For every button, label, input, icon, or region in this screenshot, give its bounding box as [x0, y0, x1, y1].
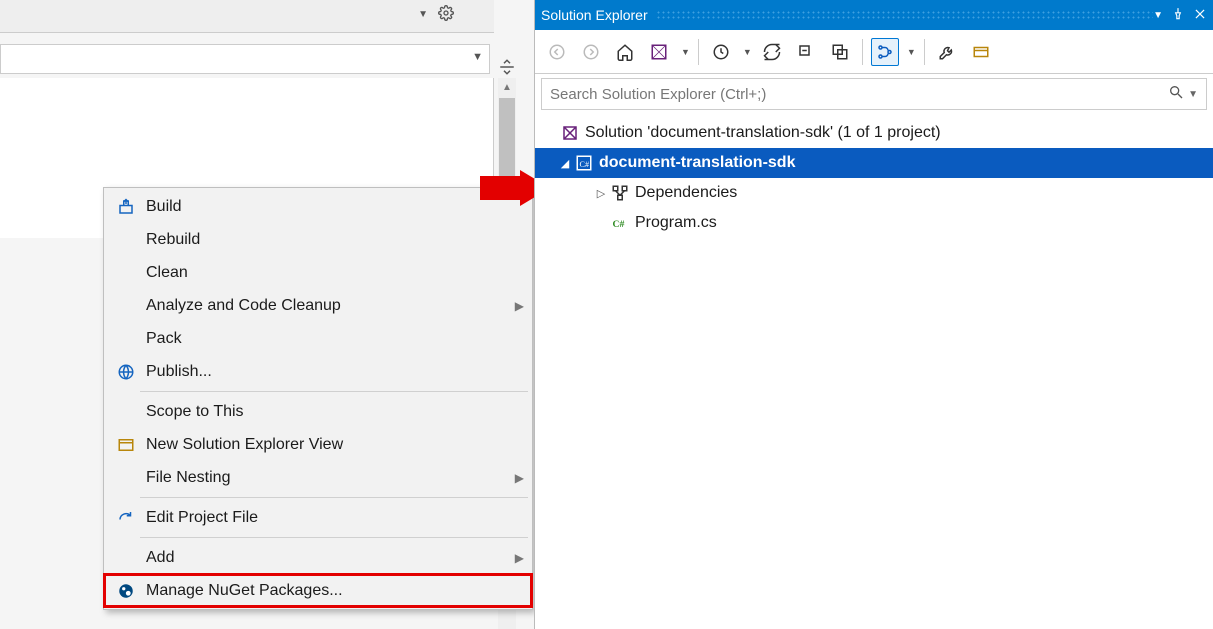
- newview-icon: [112, 434, 140, 456]
- nuget-icon: [112, 580, 140, 602]
- svg-text:C#: C#: [580, 160, 590, 169]
- build-icon: [112, 196, 140, 218]
- menu-separator: [140, 497, 528, 498]
- menu-item-file-nesting[interactable]: File Nesting▶: [104, 461, 532, 494]
- blank-icon: [112, 262, 140, 284]
- split-icon[interactable]: [498, 58, 516, 80]
- menu-item-build[interactable]: Build: [104, 190, 532, 223]
- toolbar-separator: [698, 39, 699, 65]
- tree-solution-node[interactable]: Solution 'document-translation-sdk' (1 o…: [535, 118, 1213, 148]
- menu-item-label: Rebuild: [140, 231, 508, 249]
- menu-item-rebuild[interactable]: Rebuild: [104, 223, 532, 256]
- blank-icon: [112, 295, 140, 317]
- menu-item-edit-project-file[interactable]: Edit Project File: [104, 501, 532, 534]
- sync-button[interactable]: [758, 38, 786, 66]
- scrollbar-up-icon[interactable]: ▲: [498, 78, 516, 96]
- chevron-down-icon[interactable]: ▼: [741, 47, 752, 57]
- solution-explorer-title: Solution Explorer: [541, 7, 648, 23]
- menu-item-label: Publish...: [140, 363, 508, 381]
- editor-scope-dropdown[interactable]: ▼: [0, 44, 490, 74]
- nav-back-button[interactable]: [543, 38, 571, 66]
- submenu-arrow-icon: ▶: [508, 471, 524, 485]
- solution-icon: [559, 124, 581, 142]
- expander-closed-icon[interactable]: ▷: [593, 187, 609, 200]
- pending-changes-button[interactable]: [707, 38, 735, 66]
- menu-separator: [140, 391, 528, 392]
- editor-options-caret[interactable]: ▼: [418, 5, 428, 25]
- menu-item-publish[interactable]: Publish...: [104, 355, 532, 388]
- search-icon[interactable]: [1168, 84, 1184, 104]
- tree-project-node[interactable]: ◢ C# document-translation-sdk: [535, 148, 1213, 178]
- solution-tree: Solution 'document-translation-sdk' (1 o…: [535, 114, 1213, 242]
- titlebar-grip[interactable]: [656, 10, 1153, 20]
- menu-item-label: Add: [140, 549, 508, 567]
- menu-item-label: Build: [140, 198, 508, 216]
- close-icon[interactable]: [1193, 7, 1207, 24]
- toolbar-separator: [862, 39, 863, 65]
- menu-item-manage-nuget-packages[interactable]: Manage NuGet Packages...: [104, 574, 532, 607]
- menu-item-label: Pack: [140, 330, 508, 348]
- chevron-down-icon: ▼: [472, 51, 483, 63]
- menu-item-scope-to-this[interactable]: Scope to This: [104, 395, 532, 428]
- menu-item-label: File Nesting: [140, 469, 508, 487]
- chevron-down-icon[interactable]: ▼: [1184, 89, 1198, 100]
- blank-icon: [112, 229, 140, 251]
- menu-item-label: Scope to This: [140, 403, 508, 421]
- menu-item-label: Clean: [140, 264, 508, 282]
- editor-top-strip: ▼: [0, 0, 494, 33]
- chevron-down-icon[interactable]: ▼: [679, 47, 690, 57]
- blank-icon: [112, 328, 140, 350]
- solution-explorer-toolbar: ▼ ▼ ▼: [535, 30, 1213, 74]
- chevron-down-icon[interactable]: ▼: [905, 47, 916, 57]
- submenu-arrow-icon: ▶: [508, 551, 524, 565]
- csharp-file-icon: C#: [609, 214, 631, 232]
- dependencies-icon: [609, 184, 631, 202]
- window-menu-caret[interactable]: ▼: [1153, 10, 1163, 21]
- csharp-project-icon: C#: [573, 154, 595, 172]
- pin-icon[interactable]: [1171, 7, 1185, 24]
- tree-label: Program.cs: [631, 214, 717, 232]
- svg-text:C#: C#: [613, 219, 625, 230]
- submenu-arrow-icon: ▶: [508, 299, 524, 313]
- search-placeholder: Search Solution Explorer (Ctrl+;): [550, 86, 766, 103]
- tree-label: Dependencies: [631, 184, 737, 202]
- project-context-menu: Build Rebuild Clean Analyze and Code Cleanu…: [103, 187, 533, 610]
- properties-button[interactable]: [933, 38, 961, 66]
- solution-explorer-search[interactable]: Search Solution Explorer (Ctrl+;) ▼: [541, 78, 1207, 110]
- menu-item-analyze-and-code-cleanup[interactable]: Analyze and Code Cleanup▶: [104, 289, 532, 322]
- preview-button[interactable]: [967, 38, 995, 66]
- home-button[interactable]: [611, 38, 639, 66]
- menu-item-label: Analyze and Code Cleanup: [140, 297, 508, 315]
- nesting-button[interactable]: [871, 38, 899, 66]
- menu-item-label: Manage NuGet Packages...: [140, 582, 508, 600]
- tree-label: Solution 'document-translation-sdk' (1 o…: [581, 124, 941, 142]
- switch-views-button[interactable]: [645, 38, 673, 66]
- blank-icon: [112, 547, 140, 569]
- menu-item-new-solution-explorer-view[interactable]: New Solution Explorer View: [104, 428, 532, 461]
- menu-item-label: Edit Project File: [140, 509, 508, 527]
- menu-item-clean[interactable]: Clean: [104, 256, 532, 289]
- gear-icon[interactable]: [438, 5, 454, 25]
- tree-label: document-translation-sdk: [595, 154, 795, 172]
- solution-explorer-panel: Solution Explorer ▼ ▼ ▼ ▼ Search: [534, 0, 1213, 629]
- blank-icon: [112, 401, 140, 423]
- expander-open-icon[interactable]: ◢: [557, 157, 573, 170]
- tree-dependencies-node[interactable]: ▷ Dependencies: [535, 178, 1213, 208]
- collapse-all-button[interactable]: [792, 38, 820, 66]
- edit-icon: [112, 507, 140, 529]
- show-all-files-button[interactable]: [826, 38, 854, 66]
- blank-icon: [112, 467, 140, 489]
- nav-forward-button[interactable]: [577, 38, 605, 66]
- menu-item-add[interactable]: Add▶: [104, 541, 532, 574]
- publish-icon: [112, 361, 140, 383]
- menu-item-label: New Solution Explorer View: [140, 436, 508, 454]
- toolbar-separator: [924, 39, 925, 65]
- menu-item-pack[interactable]: Pack: [104, 322, 532, 355]
- menu-separator: [140, 537, 528, 538]
- tree-file-node[interactable]: C# Program.cs: [535, 208, 1213, 238]
- solution-explorer-titlebar[interactable]: Solution Explorer ▼: [535, 0, 1213, 30]
